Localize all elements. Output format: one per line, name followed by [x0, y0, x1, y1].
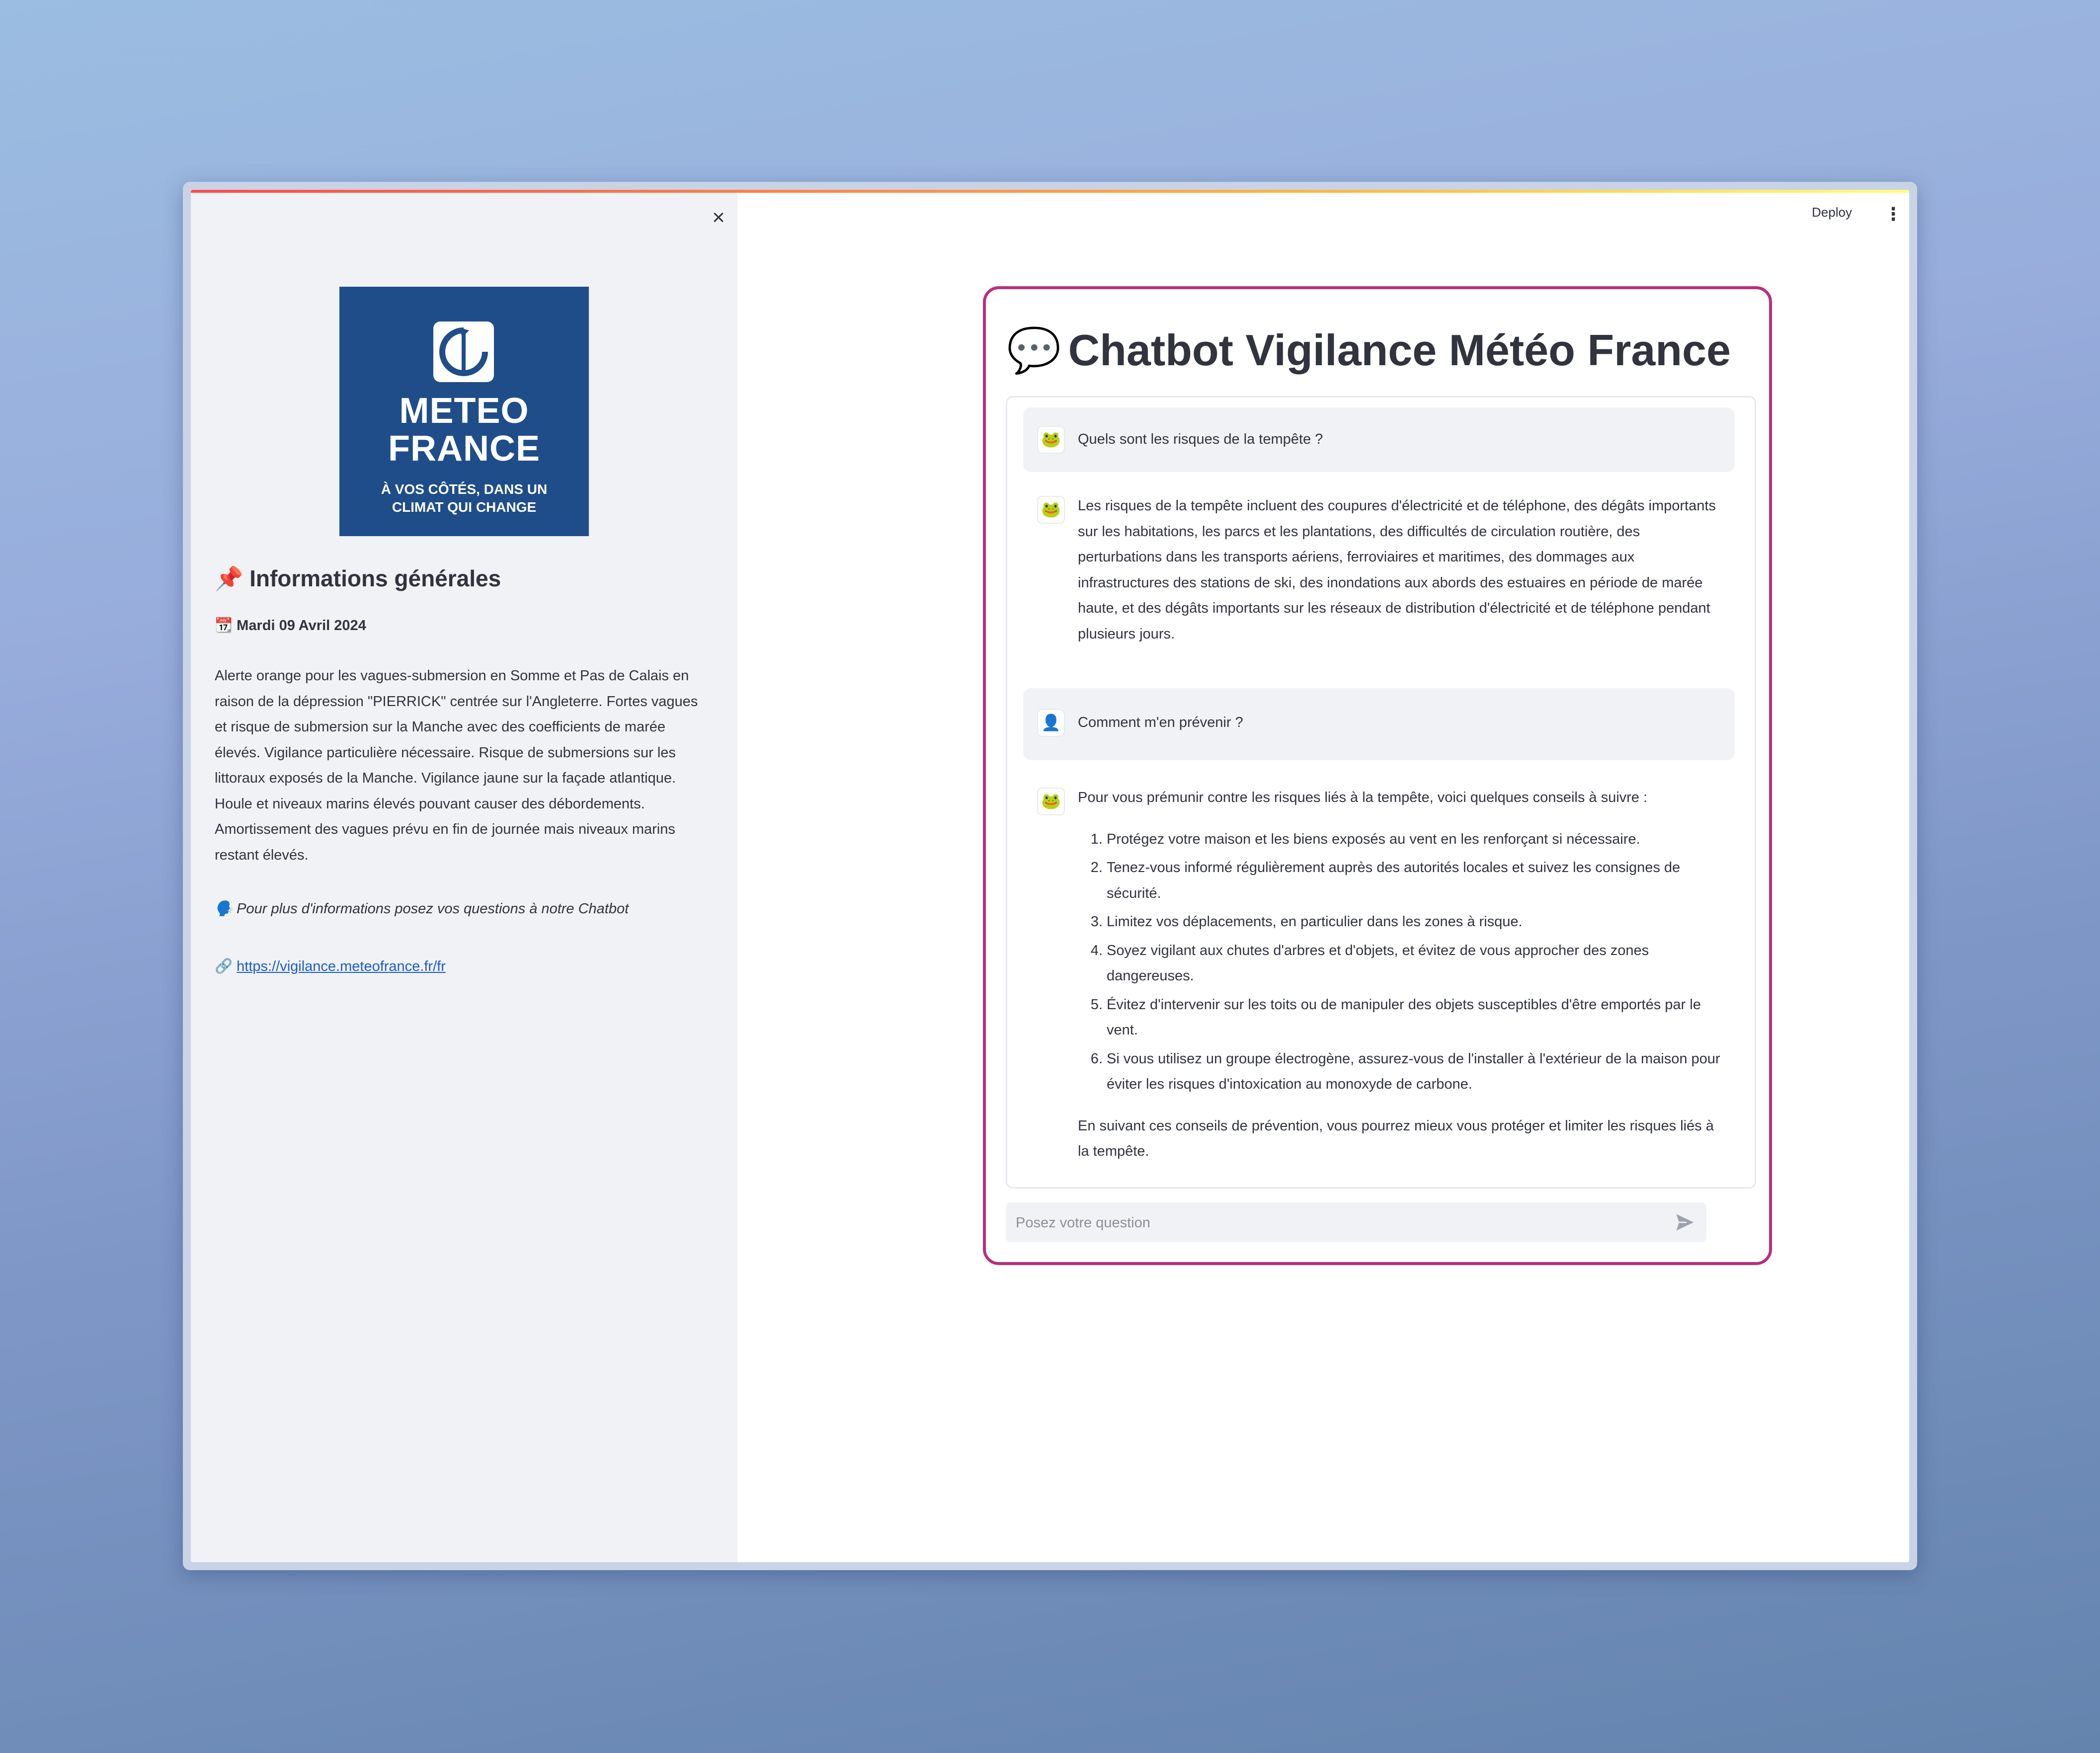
general-info-heading: 📌 Informations générales — [215, 565, 501, 592]
advice-item: Tenez-vous informé régulièrement auprès … — [1107, 855, 1725, 906]
advice-item: Si vous utilisez un groupe électrogène, … — [1107, 1046, 1725, 1098]
main-menu-icon[interactable]: ⋮ — [1884, 204, 1902, 225]
message-text: Quels sont les risques de la tempête ? — [1078, 431, 1323, 447]
general-info-heading-text: Informations générales — [249, 565, 501, 591]
meteo-france-logo: METEO FRANCE À VOS CÔTÉS, DANS UN CLIMAT… — [339, 287, 589, 536]
pushpin-icon: 📌 — [215, 565, 243, 591]
alert-date-text: Mardi 09 Avril 2024 — [237, 618, 366, 634]
chatbot-prompt: 🗣️ Pour plus d'informations posez vos qu… — [215, 900, 629, 917]
streamlit-app: × METEO FRANCE À VOS CÔTÉS, DANS UN CLIM… — [191, 190, 1909, 1562]
header-decoration-bar — [191, 190, 1909, 193]
logo-tagline: À VOS CÔTÉS, DANS UN CLIMAT QUI CHANGE — [381, 481, 548, 515]
frog-avatar-icon: 🐸 — [1037, 496, 1065, 524]
frog-avatar-icon: 🐸 — [1037, 426, 1065, 454]
vigilance-link[interactable]: https://vigilance.meteofrance.fr/fr — [237, 958, 446, 974]
message-text: Les risques de la tempête incluent des c… — [1078, 498, 1716, 642]
user-avatar-icon: 👤 — [1037, 709, 1065, 737]
vigilance-link-row: 🔗 https://vigilance.meteofrance.fr/fr — [215, 958, 446, 975]
chatbot-prompt-text: Pour plus d'informations posez vos quest… — [237, 901, 629, 917]
logo-text-france: FRANCE — [388, 429, 540, 469]
chat-message-question-1: 🐸 Quels sont les risques de la tempête ? — [1023, 407, 1735, 472]
advice-item: Soyez vigilant aux chutes d'arbres et d'… — [1107, 938, 1725, 989]
advice-item: Évitez d'intervenir sur les toits ou de … — [1107, 992, 1725, 1043]
message-text: Comment m'en prévenir ? — [1078, 715, 1243, 730]
logo-text-meteo: METEO — [399, 391, 529, 431]
advice-item: Limitez vos déplacements, en particulier… — [1107, 909, 1725, 935]
message-intro: Pour vous prémunir contre les risques li… — [1078, 790, 1648, 805]
close-sidebar-button[interactable]: × — [708, 207, 729, 229]
chat-message-answer-2: 🐸 Pour vous prémunir contre les risques … — [1023, 773, 1735, 1170]
calendar-icon: 📆 — [215, 618, 233, 634]
link-icon: 🔗 — [215, 958, 233, 974]
chat-message-question-2: 👤 Comment m'en prévenir ? — [1023, 688, 1735, 760]
advice-item: Protégez votre maison et les biens expos… — [1107, 827, 1725, 853]
chat-input-container — [1006, 1202, 1706, 1243]
message-conclusion: En suivant ces conseils de prévention, v… — [1078, 1117, 1714, 1160]
send-icon[interactable] — [1674, 1211, 1696, 1233]
app-window: × METEO FRANCE À VOS CÔTÉS, DANS UN CLIM… — [183, 182, 1917, 1570]
messages-container[interactable]: 🐸 Quels sont les risques de la tempête ?… — [1006, 396, 1756, 1189]
alert-date: 📆 Mardi 09 Avril 2024 — [215, 617, 366, 634]
alert-description: Alerte orange pour les vagues-submersion… — [215, 668, 698, 863]
meteo-france-emblem-icon — [433, 321, 494, 382]
frog-avatar-icon: 🐸 — [1037, 788, 1065, 815]
deploy-button[interactable]: Deploy — [1812, 205, 1852, 220]
chat-title-text: Chatbot Vigilance Météo France — [1068, 325, 1731, 375]
advice-list: Protégez votre maison et les biens expos… — [1078, 827, 1725, 1098]
speaking-head-icon: 🗣️ — [215, 901, 233, 917]
message-body: Pour vous prémunir contre les risques li… — [1078, 785, 1725, 1165]
chat-input[interactable] — [1015, 1202, 1663, 1243]
sidebar: × METEO FRANCE À VOS CÔTÉS, DANS UN CLIM… — [191, 190, 737, 1562]
chat-title: 💬 Chatbot Vigilance Météo France — [1007, 325, 1731, 376]
chat-card: 💬 Chatbot Vigilance Météo France 🐸 Quels … — [983, 286, 1772, 1265]
speech-bubble-icon: 💬 — [1007, 325, 1061, 375]
chat-message-answer-1: 🐸 Les risques de la tempête incluent des… — [1023, 486, 1735, 655]
